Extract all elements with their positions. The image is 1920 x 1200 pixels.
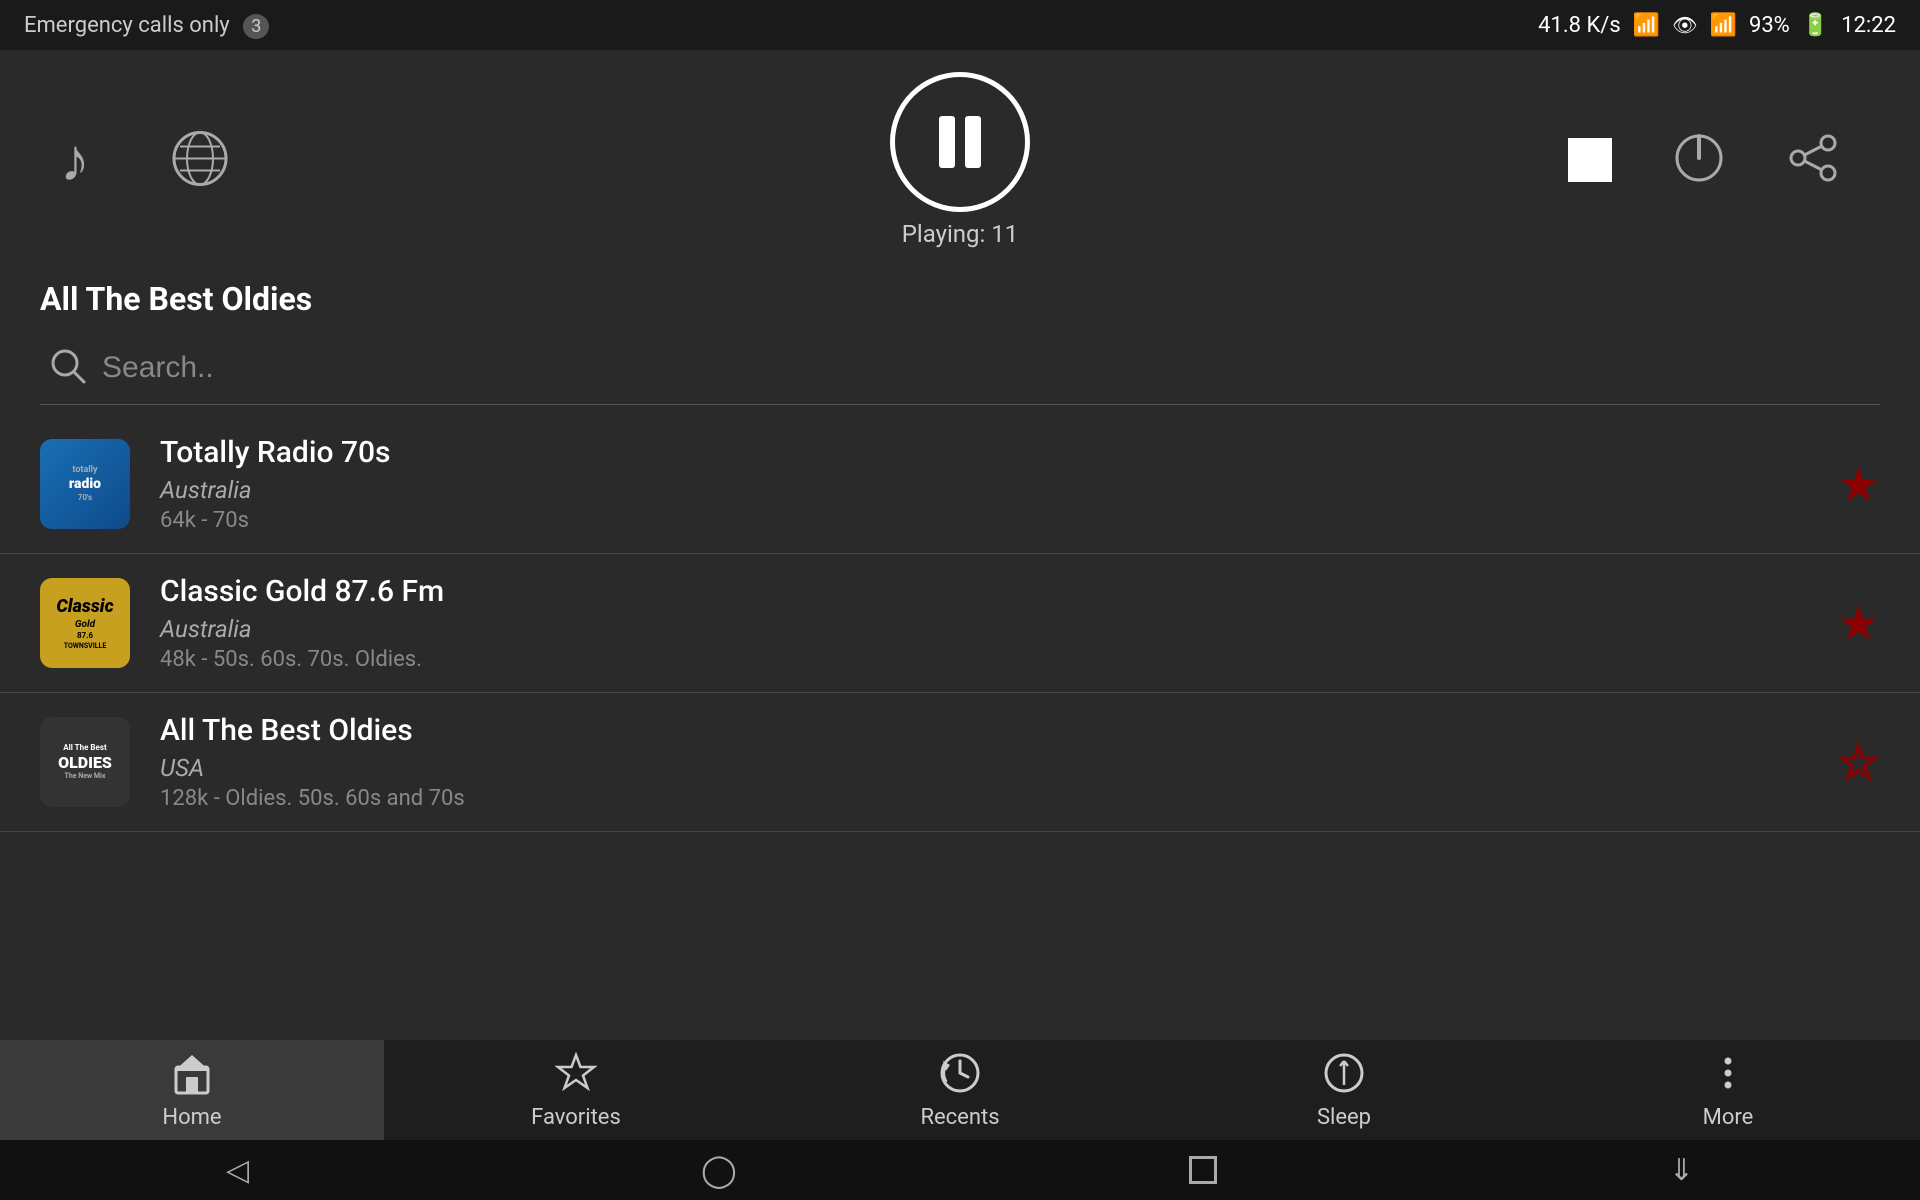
nav-label-home: Home (162, 1105, 221, 1130)
station-country-1: Australia (160, 476, 1807, 504)
station-logo-1: totally radio 70's (40, 439, 130, 529)
nav-label-favorites: Favorites (531, 1105, 621, 1130)
nav-item-favorites[interactable]: Favorites (384, 1040, 768, 1140)
recents-icon (938, 1051, 982, 1099)
favorite-button-1[interactable]: ★ (1837, 456, 1880, 513)
status-bar: Emergency calls only 3 41.8 K/s 📶 👁 📶 93… (0, 0, 1920, 50)
nav-item-recents[interactable]: Recents (768, 1040, 1152, 1140)
nav-label-more: More (1703, 1105, 1754, 1130)
station-logo-3: All The Best OLDIES The New Mix (40, 717, 130, 807)
table-row[interactable]: totally radio 70's Totally Radio 70s Aus… (0, 415, 1920, 554)
player-right (1568, 131, 1840, 189)
power-button[interactable] (1672, 131, 1726, 189)
share-button[interactable] (1786, 131, 1840, 189)
station-logo-2: Classic Gold 87.6 TOWNSVILLE (40, 578, 130, 668)
notification-badge: 3 (243, 14, 269, 39)
back-button[interactable]: ◁ (226, 1153, 249, 1188)
favorites-icon (554, 1051, 598, 1099)
station-meta-3: 128k - Oldies. 50s. 60s and 70s (160, 786, 1807, 811)
music-icon: ♪ (60, 125, 90, 196)
search-input[interactable] (102, 351, 1870, 385)
favorite-button-2[interactable]: ★ (1837, 595, 1880, 652)
station-info-1: Totally Radio 70s Australia 64k - 70s (160, 435, 1807, 533)
station-country-2: Australia (160, 615, 1807, 643)
player-center: Playing: 11 (890, 72, 1030, 248)
station-list: totally radio 70's Totally Radio 70s Aus… (0, 415, 1920, 835)
station-title: All The Best Oldies (0, 270, 1920, 338)
nav-item-sleep[interactable]: Sleep (1152, 1040, 1536, 1140)
clock: 12:22 (1841, 13, 1896, 38)
station-country-3: USA (160, 754, 1807, 782)
home-button[interactable]: ◯ (701, 1151, 737, 1189)
nav-item-more[interactable]: More (1536, 1040, 1920, 1140)
sys-nav: ◁ ◯ ⇓ (0, 1140, 1920, 1200)
nav-item-home[interactable]: Home (0, 1040, 384, 1140)
globe-icon[interactable] (170, 128, 230, 192)
playing-label: Playing: 11 (902, 220, 1019, 248)
pause-button[interactable] (890, 72, 1030, 212)
station-meta-1: 64k - 70s (160, 508, 1807, 533)
player-area: ♪ Playing: 11 (0, 50, 1920, 270)
network-speed: 41.8 K/s (1538, 13, 1621, 38)
stop-button[interactable] (1568, 138, 1612, 182)
table-row[interactable]: All The Best OLDIES The New Mix All The … (0, 693, 1920, 832)
nav-label-sleep: Sleep (1317, 1105, 1371, 1130)
eye-icon: 👁 (1672, 13, 1697, 37)
bottom-nav: Home Favorites Recents (0, 1040, 1920, 1140)
bluetooth-icon: 📶 (1633, 13, 1660, 38)
nav-label-recents: Recents (920, 1105, 999, 1130)
search-icon (50, 348, 86, 388)
wifi-icon: 📶 (1710, 13, 1737, 38)
station-name-1: Totally Radio 70s (160, 435, 1807, 470)
more-icon (1706, 1051, 1750, 1099)
station-info-3: All The Best Oldies USA 128k - Oldies. 5… (160, 713, 1807, 811)
square-button[interactable] (1189, 1156, 1217, 1184)
table-row[interactable]: Classic Gold 87.6 TOWNSVILLE Classic Gol… (0, 554, 1920, 693)
emergency-calls: Emergency calls only 3 (24, 13, 269, 38)
status-right: 41.8 K/s 📶 👁 📶 93% 🔋 12:22 (1538, 13, 1896, 38)
sleep-icon (1322, 1051, 1366, 1099)
station-name-3: All The Best Oldies (160, 713, 1807, 748)
station-meta-2: 48k - 50s. 60s. 70s. Oldies. (160, 647, 1807, 672)
search-bar (40, 338, 1880, 405)
station-info-2: Classic Gold 87.6 Fm Australia 48k - 50s… (160, 574, 1807, 672)
favorite-button-3[interactable]: ☆ (1837, 734, 1880, 791)
battery-level: 93% (1749, 13, 1790, 38)
battery-icon: 🔋 (1802, 13, 1829, 38)
home-icon (170, 1051, 214, 1099)
station-name-2: Classic Gold 87.6 Fm (160, 574, 1807, 609)
table-row[interactable]: America's 70s Hits Americas Greatest 70s… (0, 832, 1920, 835)
download-icon: ⇓ (1669, 1153, 1694, 1188)
